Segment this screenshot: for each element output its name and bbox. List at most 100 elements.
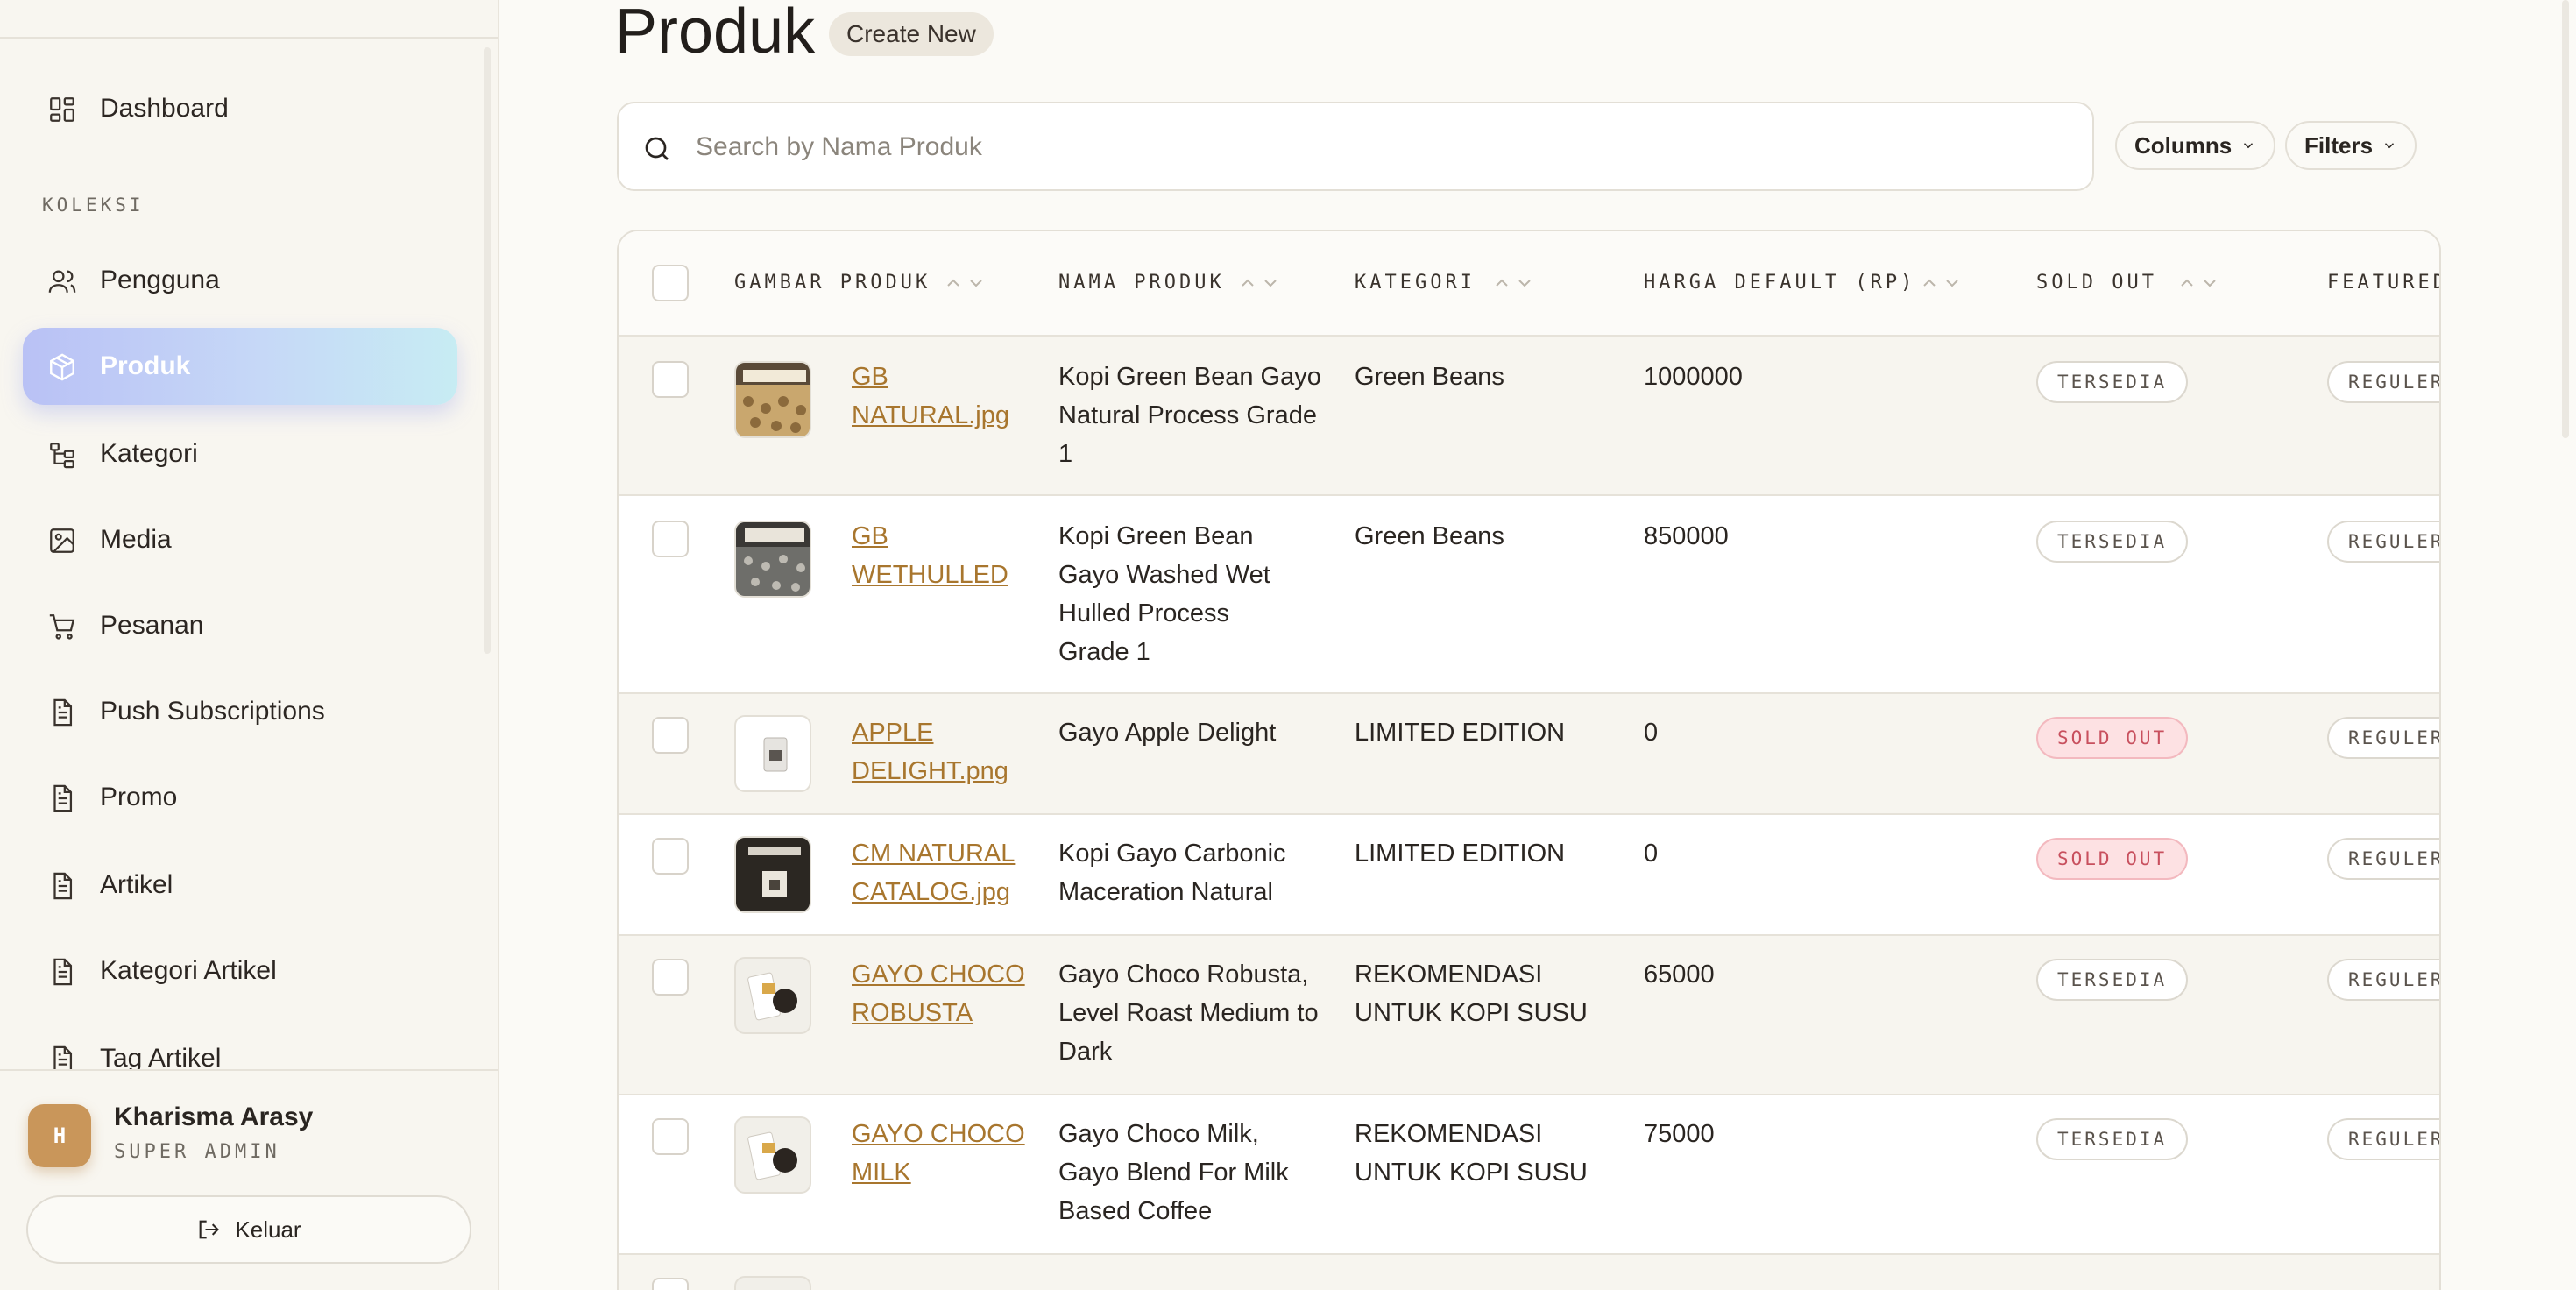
- file-link[interactable]: GB NATURAL.jpg: [852, 358, 1036, 435]
- file-link[interactable]: CM NATURAL CATALOG.jpg: [852, 834, 1036, 911]
- row-checkbox[interactable]: [652, 959, 689, 996]
- sidebar-item-label: Promo: [100, 783, 178, 812]
- file-link[interactable]: APPLE DELIGHT.png: [852, 713, 1036, 790]
- select-all-checkbox[interactable]: [652, 265, 689, 301]
- sort-icon[interactable]: [2176, 273, 2220, 293]
- file-link[interactable]: GAYO CHOCO ROBUSTA: [852, 955, 1036, 1032]
- table-row[interactable]: CM NATURAL CATALOG.jpg Kopi Gayo Carboni…: [619, 815, 2439, 936]
- file-link[interactable]: GB WETHULLED: [852, 517, 1036, 594]
- search-input[interactable]: [696, 123, 2063, 172]
- product-name: Kopi Gayo Carbonic Maceration Natural: [1058, 840, 1286, 906]
- table-row[interactable]: GAYO CHOCO MILK Gayo Choco Milk, Gayo Bl…: [619, 1095, 2439, 1255]
- row-checkbox[interactable]: [652, 1118, 689, 1155]
- status-badge: TERSEDIA: [2036, 959, 2189, 1001]
- sidebar-item-label: Push Subscriptions: [100, 697, 325, 726]
- product-name: Kopi Green Bean Gayo Natural Process Gra…: [1058, 363, 1321, 468]
- file-link[interactable]: GAYO CHOCO MILK: [852, 1115, 1036, 1192]
- section-label-koleksi: KOLEKSI: [42, 195, 145, 216]
- row-checkbox[interactable]: [652, 838, 689, 875]
- product-price: 0: [1644, 719, 1659, 747]
- row-checkbox[interactable]: [652, 521, 689, 557]
- tree-icon: [50, 443, 74, 469]
- product-thumbnail: [734, 361, 811, 438]
- product-thumbnail: [734, 1116, 811, 1194]
- product-category: LIMITED EDITION: [1355, 840, 1566, 868]
- column-header-kategori[interactable]: KATEGORI: [1355, 272, 1476, 294]
- document-icon: [53, 698, 73, 727]
- sort-icon[interactable]: [943, 273, 987, 293]
- sidebar-item-kategori-artikel[interactable]: Kategori Artikel: [23, 932, 457, 1010]
- user-name: Kharisma Arasy: [114, 1102, 314, 1131]
- table-row[interactable]: GB NATURAL.jpg Kopi Green Bean Gayo Natu…: [619, 337, 2439, 496]
- column-header-gambar[interactable]: GAMBAR PRODUK: [734, 272, 931, 294]
- sidebar-item-pesanan[interactable]: Pesanan: [23, 587, 457, 664]
- coffee-bag-image: [747, 972, 797, 1021]
- product-price: 0: [1644, 840, 1659, 868]
- create-new-button[interactable]: Create New: [829, 12, 994, 56]
- product-thumbnail: [734, 1276, 811, 1290]
- product-price: 75000: [1644, 1120, 1715, 1148]
- product-price: 850000: [1644, 522, 1729, 550]
- document-icon: [53, 784, 73, 812]
- sort-icon[interactable]: [1237, 273, 1281, 293]
- column-header-sold-out[interactable]: SOLD OUT: [2036, 272, 2157, 294]
- sidebar-item-produk[interactable]: Produk: [23, 328, 457, 405]
- filters-label: Filters: [2304, 131, 2374, 159]
- featured-badge: REGULER: [2327, 838, 2439, 880]
- row-checkbox[interactable]: [652, 717, 689, 754]
- row-checkbox[interactable]: [652, 361, 689, 398]
- products-table: GAMBAR PRODUK NAMA PRODUK KATEGORI HARGA…: [617, 230, 2441, 1290]
- column-header-nama[interactable]: NAMA PRODUK: [1058, 272, 1225, 294]
- page-title: Produk: [615, 0, 816, 67]
- coffee-bag-image: [763, 737, 788, 772]
- column-header-harga[interactable]: HARGA DEFAULT (RP): [1644, 272, 1915, 294]
- product-name: Gayo Choco Milk, Gayo Blend For Milk Bas…: [1058, 1120, 1289, 1225]
- dashboard-icon: [50, 97, 74, 122]
- sort-icon[interactable]: [1919, 273, 1963, 293]
- sidebar-item-label: Dashboard: [100, 94, 229, 123]
- coffee-bag-image: [747, 1131, 797, 1180]
- sidebar: Dashboard KOLEKSI Pengguna Produk Katego…: [0, 0, 499, 1290]
- chevron-down-icon: [2385, 143, 2395, 149]
- page-scrollbar[interactable]: [2562, 0, 2569, 438]
- column-header-featured[interactable]: FEATURED: [2327, 272, 2439, 294]
- search-bar: [617, 102, 2094, 191]
- status-badge: SOLD OUT: [2036, 838, 2189, 880]
- product-price: 65000: [1644, 960, 1715, 989]
- sidebar-item-label: Kategori: [100, 439, 198, 468]
- filters-button[interactable]: Filters: [2285, 121, 2417, 170]
- sidebar-item-label: Kategori Artikel: [100, 956, 277, 985]
- table-row[interactable]: GB WETHULLED Kopi Green Bean Gayo Washed…: [619, 496, 2439, 694]
- product-category: REKOMENDASI UNTUK KOPI SUSU: [1355, 1120, 1588, 1187]
- product-price: 1000000: [1644, 363, 1743, 391]
- table-row[interactable]: [619, 1255, 2439, 1290]
- sidebar-item-push-subscriptions[interactable]: Push Subscriptions: [23, 673, 457, 750]
- status-badge: TERSEDIA: [2036, 361, 2189, 403]
- sidebar-item-media[interactable]: Media: [23, 501, 457, 578]
- sidebar-item-kategori[interactable]: Kategori: [23, 415, 457, 493]
- sidebar-item-pengguna[interactable]: Pengguna: [23, 242, 457, 319]
- sidebar-item-label: Pengguna: [100, 266, 220, 294]
- sidebar-item-label: Pesanan: [100, 611, 204, 640]
- columns-label: Columns: [2134, 131, 2233, 159]
- avatar[interactable]: H: [28, 1104, 91, 1167]
- product-category: Green Beans: [1355, 363, 1504, 391]
- chevron-down-icon: [2244, 143, 2254, 149]
- document-icon: [53, 958, 73, 986]
- sidebar-item-dashboard[interactable]: Dashboard: [23, 70, 457, 147]
- table-row[interactable]: GAYO CHOCO ROBUSTA Gayo Choco Robusta, L…: [619, 936, 2439, 1095]
- columns-button[interactable]: Columns: [2115, 121, 2276, 170]
- logout-button[interactable]: Keluar: [26, 1195, 471, 1264]
- sidebar-scrollbar[interactable]: [484, 47, 491, 654]
- featured-badge: REGULER: [2327, 959, 2439, 1001]
- table-row[interactable]: APPLE DELIGHT.png Gayo Apple Delight LIM…: [619, 694, 2439, 815]
- bean-pattern-image: [743, 370, 806, 433]
- sort-icon[interactable]: [1491, 273, 1535, 293]
- sidebar-item-artikel[interactable]: Artikel: [23, 847, 457, 924]
- logout-icon: [200, 1220, 220, 1239]
- user-role: SUPER ADMIN: [114, 1141, 280, 1163]
- row-checkbox[interactable]: [652, 1278, 689, 1290]
- sidebar-item-promo[interactable]: Promo: [23, 759, 457, 836]
- sidebar-item-label: Artikel: [100, 870, 173, 899]
- logout-label: Keluar: [235, 1216, 301, 1243]
